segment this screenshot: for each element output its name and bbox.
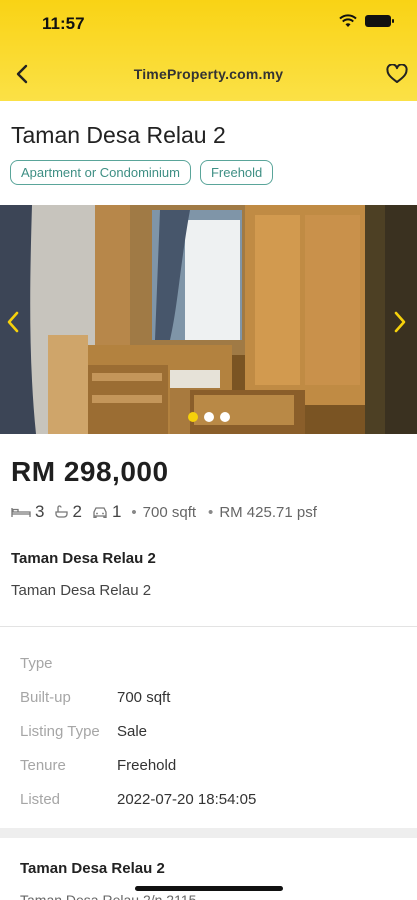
detail-value: 700 sqft [117, 689, 171, 706]
tag-tenure: Freehold [199, 160, 274, 185]
detail-row-type: Type [20, 654, 256, 688]
status-time: 11:57 [42, 14, 85, 33]
battery-icon [365, 15, 394, 27]
home-indicator[interactable] [135, 886, 283, 891]
app-header: 11:57 TimeProperty.com.my [0, 0, 417, 101]
listing-photo [0, 205, 417, 434]
bedroom-count: 3 [11, 502, 44, 522]
detail-label: Built-up [20, 689, 71, 706]
detail-value: Sale [117, 723, 148, 740]
bed-icon [11, 508, 31, 517]
detail-value: Freehold [117, 757, 177, 774]
detail-label: Tenure [20, 757, 66, 774]
detail-value: 2022-07-20 18:54:05 [117, 791, 257, 808]
gallery-dot-active[interactable] [188, 412, 198, 422]
detail-row-listed: Listed 2022-07-20 18:54:05 [20, 790, 256, 824]
spec-separator: • [131, 503, 137, 521]
listing-title: Taman Desa Relau 2 [11, 122, 226, 148]
spec-row: 3 2 1 • 700 sqft • RM 425.71 psf [11, 502, 329, 522]
tag-property-type: Apartment or Condominium [10, 160, 191, 185]
gallery-dot[interactable] [204, 412, 214, 422]
bathroom-count: 2 [54, 502, 82, 522]
address-subtitle: Taman Desa Relau 2 [11, 582, 152, 599]
parking-count: 1 [92, 502, 121, 522]
favorite-button[interactable] [385, 62, 409, 86]
detail-row-built-up: Built-up 700 sqft [20, 688, 256, 722]
built-up-size: 700 sqft [142, 503, 197, 521]
detail-label: Type [20, 655, 53, 672]
gallery-prev-button[interactable] [2, 308, 24, 336]
photo-gallery[interactable] [0, 205, 417, 434]
detail-label: Listed [20, 791, 61, 808]
detail-row-listing-type: Listing Type Sale [20, 722, 256, 756]
listing-price: RM 298,000 [11, 456, 169, 487]
detail-row-tenure: Tenure Freehold [20, 756, 256, 790]
spec-separator: • [208, 503, 214, 521]
wifi-icon [339, 14, 357, 27]
section-divider [0, 828, 417, 838]
price-per-sqft: RM 425.71 psf [219, 503, 317, 521]
chevron-left-icon [7, 311, 19, 333]
address-title: Taman Desa Relau 2 [11, 550, 156, 567]
details-table: Type Built-up 700 sqft Listing Type Sale… [20, 654, 256, 824]
detail-label: Listing Type [20, 723, 100, 740]
section-subtitle: Taman Desa Relau 2/n 2115 [20, 892, 197, 900]
site-title: TimeProperty.com.my [133, 66, 284, 82]
tag-list: Apartment or Condominium Freehold [10, 160, 274, 185]
gallery-pagination [188, 412, 230, 422]
bath-icon [55, 505, 69, 518]
status-icons [339, 14, 394, 28]
heart-outline-icon [386, 64, 408, 83]
car-icon [93, 507, 107, 518]
section-title: Taman Desa Relau 2 [20, 860, 165, 877]
gallery-dot[interactable] [220, 412, 230, 422]
gallery-next-button[interactable] [389, 308, 411, 336]
chevron-right-icon [394, 311, 406, 333]
divider [0, 626, 417, 627]
